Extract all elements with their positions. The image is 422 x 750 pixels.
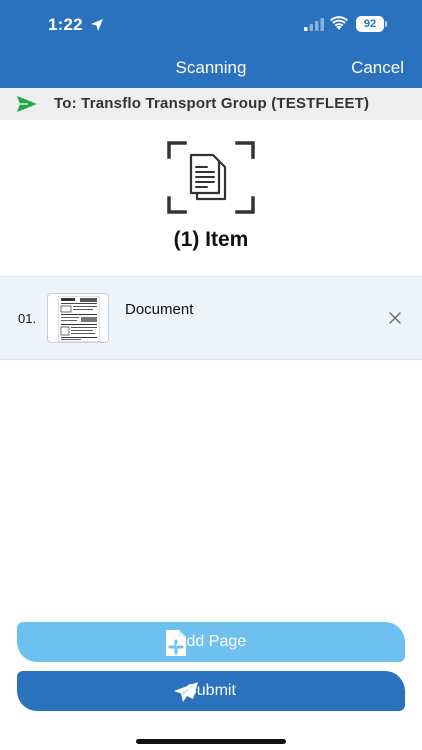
paper-plane-icon: [17, 96, 37, 112]
close-icon[interactable]: [387, 310, 403, 326]
add-page-button[interactable]: Add Page: [17, 622, 405, 662]
home-indicator[interactable]: [136, 739, 286, 744]
item-count: (1) Item: [173, 228, 249, 251]
battery-tip: [385, 21, 387, 27]
add-page-label: Add Page: [175, 633, 247, 650]
submit-label: Submit: [186, 682, 236, 699]
recipient-label: To: Transflo Transport Group (TESTFLEET): [54, 95, 370, 112]
list-item[interactable]: 01. Document: [0, 276, 422, 360]
battery-level: 92: [356, 16, 384, 32]
recipient-bar: To: Transflo Transport Group (TESTFLEET): [0, 88, 422, 120]
status-time: 1:22: [48, 15, 83, 34]
document-name: Document: [125, 301, 194, 318]
list-item-index: 01.: [18, 311, 37, 326]
document-thumbnail[interactable]: [47, 293, 109, 343]
submit-button[interactable]: Submit: [17, 671, 405, 711]
location-arrow-icon: [91, 19, 103, 31]
cellular-signal-icon: [304, 18, 324, 31]
cancel-button[interactable]: Cancel: [351, 58, 404, 78]
document-scan-icon: [167, 141, 255, 214]
document-preview-icon: [58, 296, 100, 342]
status-bar: 1:22 92: [0, 0, 422, 48]
app-header: 1:22 92 Scanning Cancel: [0, 0, 422, 88]
wifi-icon: [330, 16, 348, 30]
